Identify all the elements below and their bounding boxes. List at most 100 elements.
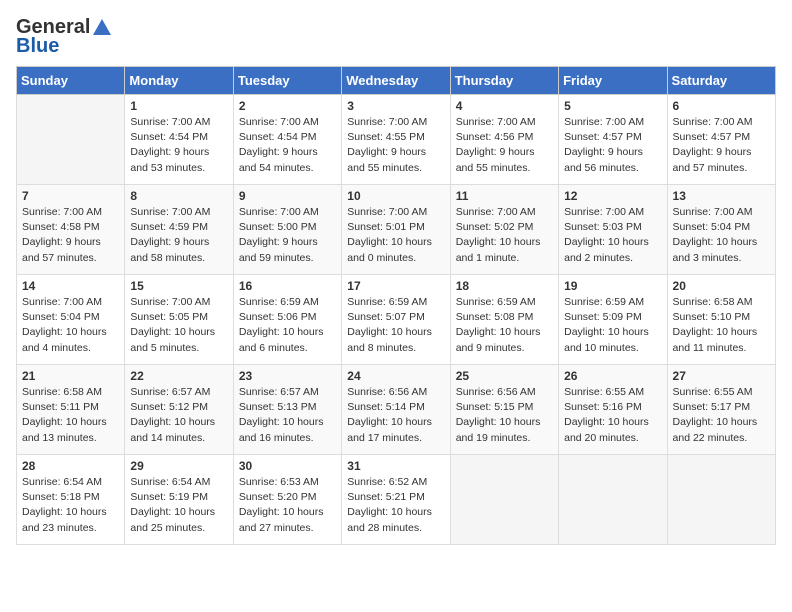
calendar-cell: 15 Sunrise: 7:00 AMSunset: 5:05 PMDayligh… — [125, 275, 233, 365]
calendar-cell: 30 Sunrise: 6:53 AMSunset: 5:20 PMDayligh… — [233, 455, 341, 545]
day-number: 4 — [456, 99, 553, 113]
day-number: 10 — [347, 189, 444, 203]
day-info: Sunrise: 7:00 AMSunset: 4:57 PMDaylight:… — [564, 115, 661, 176]
calendar-cell: 10 Sunrise: 7:00 AMSunset: 5:01 PMDayligh… — [342, 185, 450, 275]
calendar-cell: 1 Sunrise: 7:00 AMSunset: 4:54 PMDaylight… — [125, 95, 233, 185]
day-number: 3 — [347, 99, 444, 113]
day-number: 2 — [239, 99, 336, 113]
day-number: 30 — [239, 459, 336, 473]
day-info: Sunrise: 7:00 AMSunset: 4:57 PMDaylight:… — [673, 115, 770, 176]
day-info: Sunrise: 7:00 AMSunset: 4:54 PMDaylight:… — [130, 115, 227, 176]
day-number: 17 — [347, 279, 444, 293]
calendar-cell — [17, 95, 125, 185]
day-number: 26 — [564, 369, 661, 383]
logo-icon — [91, 17, 113, 39]
day-info: Sunrise: 6:57 AMSunset: 5:12 PMDaylight:… — [130, 385, 227, 446]
day-number: 25 — [456, 369, 553, 383]
day-number: 12 — [564, 189, 661, 203]
day-number: 5 — [564, 99, 661, 113]
day-info: Sunrise: 6:52 AMSunset: 5:21 PMDaylight:… — [347, 475, 444, 536]
header-tuesday: Tuesday — [233, 67, 341, 95]
header-wednesday: Wednesday — [342, 67, 450, 95]
calendar-cell: 17 Sunrise: 6:59 AMSunset: 5:07 PMDayligh… — [342, 275, 450, 365]
day-info: Sunrise: 6:58 AMSunset: 5:10 PMDaylight:… — [673, 295, 770, 356]
calendar-cell: 22Sunrise: 6:57 AMSunset: 5:12 PMDayligh… — [125, 365, 233, 455]
day-number: 18 — [456, 279, 553, 293]
day-number: 15 — [130, 279, 227, 293]
week-row-4: 21 Sunrise: 6:58 AMSunset: 5:11 PMDayligh… — [17, 365, 776, 455]
week-row-3: 14Sunrise: 7:00 AMSunset: 5:04 PMDayligh… — [17, 275, 776, 365]
day-number: 6 — [673, 99, 770, 113]
calendar-cell: 12Sunrise: 7:00 AMSunset: 5:03 PMDayligh… — [559, 185, 667, 275]
day-info: Sunrise: 7:00 AMSunset: 5:02 PMDaylight:… — [456, 205, 553, 266]
day-info: Sunrise: 7:00 AMSunset: 4:58 PMDaylight:… — [22, 205, 119, 266]
header-monday: Monday — [125, 67, 233, 95]
calendar-cell: 11 Sunrise: 7:00 AMSunset: 5:02 PMDayligh… — [450, 185, 558, 275]
calendar-cell: 13 Sunrise: 7:00 AMSunset: 5:04 PMDayligh… — [667, 185, 775, 275]
day-info: Sunrise: 6:59 AMSunset: 5:09 PMDaylight:… — [564, 295, 661, 356]
day-info: Sunrise: 6:59 AMSunset: 5:06 PMDaylight:… — [239, 295, 336, 356]
calendar-cell: 7 Sunrise: 7:00 AMSunset: 4:58 PMDaylight… — [17, 185, 125, 275]
day-number: 11 — [456, 189, 553, 203]
day-info: Sunrise: 7:00 AMSunset: 5:04 PMDaylight:… — [22, 295, 119, 356]
day-number: 31 — [347, 459, 444, 473]
calendar-cell: 8Sunrise: 7:00 AMSunset: 4:59 PMDaylight… — [125, 185, 233, 275]
day-info: Sunrise: 6:57 AMSunset: 5:13 PMDaylight:… — [239, 385, 336, 446]
calendar-cell: 5 Sunrise: 7:00 AMSunset: 4:57 PMDaylight… — [559, 95, 667, 185]
calendar-cell: 2 Sunrise: 7:00 AMSunset: 4:54 PMDaylight… — [233, 95, 341, 185]
day-number: 19 — [564, 279, 661, 293]
calendar-cell: 21 Sunrise: 6:58 AMSunset: 5:11 PMDayligh… — [17, 365, 125, 455]
calendar-cell: 27 Sunrise: 6:55 AMSunset: 5:17 PMDayligh… — [667, 365, 775, 455]
day-info: Sunrise: 6:59 AMSunset: 5:08 PMDaylight:… — [456, 295, 553, 356]
day-number: 20 — [673, 279, 770, 293]
calendar-cell: 14Sunrise: 7:00 AMSunset: 5:04 PMDayligh… — [17, 275, 125, 365]
calendar-cell: 24 Sunrise: 6:56 AMSunset: 5:14 PMDayligh… — [342, 365, 450, 455]
day-number: 27 — [673, 369, 770, 383]
day-info: Sunrise: 7:00 AMSunset: 4:54 PMDaylight:… — [239, 115, 336, 176]
day-info: Sunrise: 6:55 AMSunset: 5:17 PMDaylight:… — [673, 385, 770, 446]
logo-blue: Blue — [16, 35, 59, 58]
day-info: Sunrise: 6:55 AMSunset: 5:16 PMDaylight:… — [564, 385, 661, 446]
header-friday: Friday — [559, 67, 667, 95]
calendar-cell: 18 Sunrise: 6:59 AMSunset: 5:08 PMDayligh… — [450, 275, 558, 365]
header-thursday: Thursday — [450, 67, 558, 95]
day-info: Sunrise: 7:00 AMSunset: 5:04 PMDaylight:… — [673, 205, 770, 266]
day-info: Sunrise: 6:59 AMSunset: 5:07 PMDaylight:… — [347, 295, 444, 356]
day-number: 9 — [239, 189, 336, 203]
page-header: General Blue — [16, 16, 776, 58]
day-info: Sunrise: 6:56 AMSunset: 5:14 PMDaylight:… — [347, 385, 444, 446]
calendar-cell: 4 Sunrise: 7:00 AMSunset: 4:56 PMDaylight… — [450, 95, 558, 185]
day-info: Sunrise: 7:00 AMSunset: 4:56 PMDaylight:… — [456, 115, 553, 176]
day-number: 23 — [239, 369, 336, 383]
calendar-cell — [559, 455, 667, 545]
calendar-cell: 19 Sunrise: 6:59 AMSunset: 5:09 PMDayligh… — [559, 275, 667, 365]
calendar-cell — [450, 455, 558, 545]
day-number: 29 — [130, 459, 227, 473]
day-info: Sunrise: 6:54 AMSunset: 5:18 PMDaylight:… — [22, 475, 119, 536]
header-saturday: Saturday — [667, 67, 775, 95]
day-info: Sunrise: 7:00 AMSunset: 5:05 PMDaylight:… — [130, 295, 227, 356]
calendar-cell: 6 Sunrise: 7:00 AMSunset: 4:57 PMDaylight… — [667, 95, 775, 185]
day-number: 21 — [22, 369, 119, 383]
week-row-2: 7 Sunrise: 7:00 AMSunset: 4:58 PMDaylight… — [17, 185, 776, 275]
day-info: Sunrise: 6:58 AMSunset: 5:11 PMDaylight:… — [22, 385, 119, 446]
day-info: Sunrise: 6:53 AMSunset: 5:20 PMDaylight:… — [239, 475, 336, 536]
day-number: 7 — [22, 189, 119, 203]
calendar-cell: 16 Sunrise: 6:59 AMSunset: 5:06 PMDayligh… — [233, 275, 341, 365]
day-number: 13 — [673, 189, 770, 203]
week-row-1: 1 Sunrise: 7:00 AMSunset: 4:54 PMDaylight… — [17, 95, 776, 185]
day-number: 1 — [130, 99, 227, 113]
day-number: 16 — [239, 279, 336, 293]
logo: General Blue — [16, 16, 114, 58]
calendar-cell: 26 Sunrise: 6:55 AMSunset: 5:16 PMDayligh… — [559, 365, 667, 455]
day-number: 8 — [130, 189, 227, 203]
calendar-cell: 20 Sunrise: 6:58 AMSunset: 5:10 PMDayligh… — [667, 275, 775, 365]
calendar-header-row: SundayMondayTuesdayWednesdayThursdayFrid… — [17, 67, 776, 95]
calendar-cell — [667, 455, 775, 545]
calendar-table: SundayMondayTuesdayWednesdayThursdayFrid… — [16, 66, 776, 545]
calendar-cell: 25Sunrise: 6:56 AMSunset: 5:15 PMDayligh… — [450, 365, 558, 455]
day-info: Sunrise: 7:00 AMSunset: 5:01 PMDaylight:… — [347, 205, 444, 266]
day-number: 28 — [22, 459, 119, 473]
day-number: 24 — [347, 369, 444, 383]
calendar-cell: 31 Sunrise: 6:52 AMSunset: 5:21 PMDayligh… — [342, 455, 450, 545]
